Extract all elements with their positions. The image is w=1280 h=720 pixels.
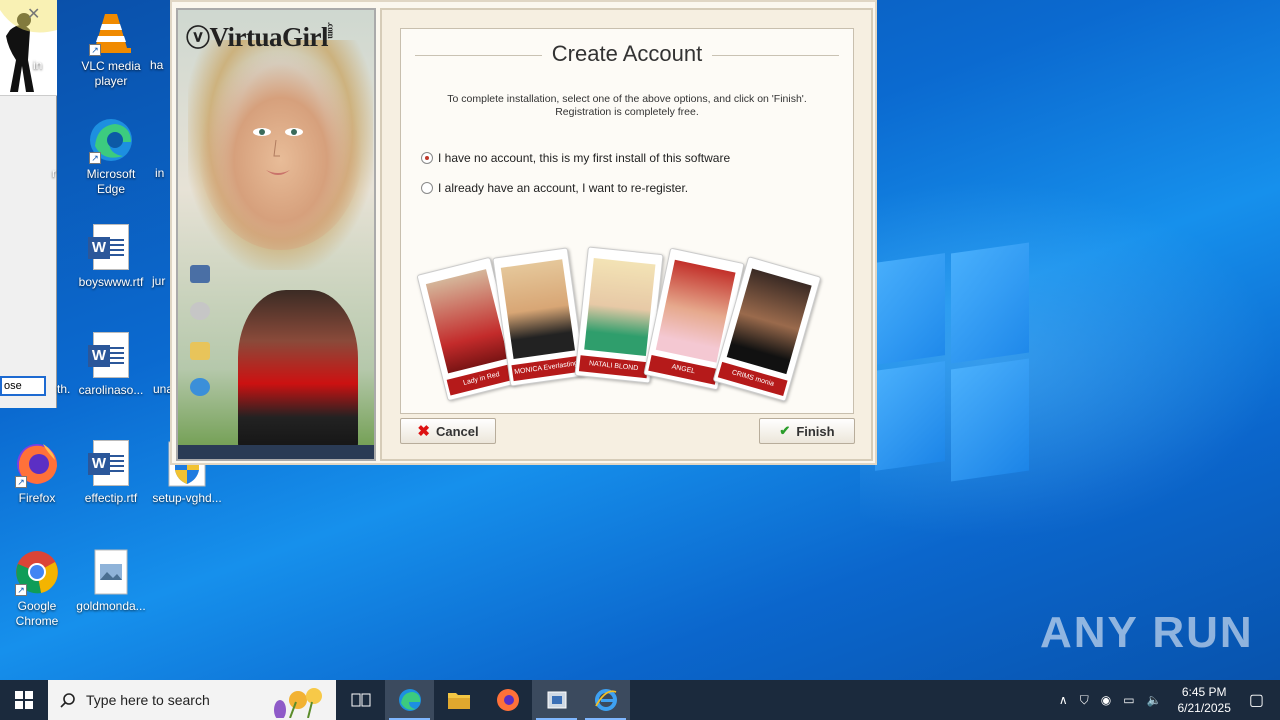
cancel-button[interactable]: ✖ Cancel — [400, 418, 496, 444]
close-icon: ✖ — [417, 423, 430, 440]
checkmark-icon: ✔ — [779, 423, 791, 438]
image-file-icon — [87, 548, 135, 596]
desktop-icon-carolinaso[interactable]: W carolinaso... — [74, 332, 148, 398]
desktop-icon-label: jur — [152, 274, 166, 288]
internet-explorer-icon — [594, 689, 617, 711]
taskbar-ie-button[interactable] — [581, 680, 630, 720]
desktop-icon-edge[interactable]: ↗ Microsoft Edge — [74, 116, 148, 197]
desktop-icon-label: Firefox — [18, 491, 56, 505]
brand-logo: ⓥVirtuaGirl .com — [186, 22, 336, 52]
desktop-icon-partial[interactable]: in — [33, 58, 73, 73]
desktop-icon-label: setup-vghd... — [152, 491, 222, 505]
firefox-icon — [496, 689, 519, 711]
windows-start-icon — [15, 691, 33, 709]
taskbar-firefox-button[interactable] — [483, 680, 532, 720]
close-icon[interactable]: ✕ — [27, 4, 40, 24]
desktop-icon-vlc[interactable]: ↗ VLC media player — [74, 8, 148, 89]
instructions-text: To complete installation, select one of … — [447, 93, 807, 118]
search-highlight-flowers-icon — [274, 688, 322, 718]
search-placeholder: Type here to search — [86, 692, 210, 708]
clock-date: 6/21/2025 — [1177, 701, 1231, 715]
installer-window: ⓥVirtuaGirl .com Create Account To comple… — [170, 0, 877, 465]
finish-label: Finish — [796, 423, 835, 439]
mini-taskbar — [178, 445, 374, 459]
network-icon[interactable]: ▭ — [1123, 693, 1134, 707]
chevron-up-icon[interactable]: ∧ — [1059, 693, 1068, 707]
desktop-icon-label: effectip.rtf — [84, 491, 138, 505]
desktop-icon-label: in — [33, 58, 43, 72]
option-existing-account[interactable]: I already have an account, I want to re-… — [421, 181, 688, 195]
taskbar: Type here to search ∧ ⛉ ◉ ▭ 🔈 6:45 PM 6/… — [0, 680, 1280, 720]
clock-time: 6:45 PM — [1181, 685, 1227, 699]
page-title: Create Account — [415, 41, 839, 67]
search-icon — [60, 693, 75, 708]
task-view-icon — [351, 693, 370, 707]
promo-model-image — [238, 290, 358, 459]
edge-icon — [398, 689, 421, 711]
chrome-icon: ↗ — [13, 548, 61, 596]
folder-icon — [447, 693, 470, 709]
finish-button[interactable]: ✔ Finish — [759, 418, 855, 444]
radio-button[interactable] — [421, 182, 433, 194]
promo-side-panel: ⓥVirtuaGirl .com — [176, 8, 376, 461]
computer-icon — [190, 265, 210, 283]
desktop-icon-label: carolinaso... — [78, 383, 144, 397]
desktop-icon-label: in — [155, 166, 165, 180]
media-player-icon — [190, 302, 210, 320]
close-button[interactable]: ose — [0, 376, 46, 396]
desktop-icon-label: VLC media player — [81, 59, 141, 88]
desktop-icon-label: ha — [150, 58, 164, 72]
promo-portrait-image — [253, 128, 303, 175]
cancel-label: Cancel — [435, 423, 479, 439]
option-label: I already have an account, I want to re-… — [438, 181, 689, 195]
word-document-icon: W — [87, 224, 135, 272]
desktop-icon-partial[interactable]: r — [52, 166, 72, 181]
folder-icon — [190, 342, 210, 360]
clock[interactable]: 6:45 PM 6/21/2025 — [1177, 684, 1230, 716]
desktop-icon-goldmonda[interactable]: goldmonda... — [74, 548, 148, 614]
camera-icon[interactable]: ◉ — [1101, 693, 1111, 707]
taskbar-search-box[interactable]: Type here to search — [48, 680, 336, 720]
option-new-account[interactable]: I have no account, this is my first inst… — [421, 151, 730, 165]
word-document-icon: W — [87, 440, 135, 488]
desktop-icon-label: goldmonda... — [76, 599, 146, 613]
account-content: Create Account To complete installation,… — [400, 28, 854, 414]
desktop-icon-boyswww[interactable]: W boyswww.rtf — [74, 224, 148, 290]
desktop-icon-firefox[interactable]: ↗ Firefox — [0, 440, 74, 506]
volume-icon[interactable]: 🔈 — [1147, 693, 1162, 707]
windows-logo-wallpaper — [875, 240, 1030, 482]
edge-icon: ↗ — [87, 116, 135, 164]
desktop-icon-label: Microsoft Edge — [86, 167, 136, 196]
desktop-icon-partial[interactable]: jur — [152, 274, 172, 289]
system-tray: ∧ ⛉ ◉ ▭ 🔈 6:45 PM 6/21/2025 ▢ — [1053, 680, 1280, 720]
taskbar-explorer-button[interactable] — [434, 680, 483, 720]
radio-button[interactable] — [421, 152, 433, 164]
model-cards-image: Lady in Red MONICA Everlasting L NATALI … — [416, 224, 822, 402]
vlc-icon: ↗ — [87, 8, 135, 56]
word-document-icon: W — [87, 332, 135, 380]
security-icon[interactable]: ⛉ — [1080, 693, 1089, 708]
ie-icon — [190, 378, 210, 396]
desktop-icon-chrome[interactable]: ↗ Google Chrome — [0, 548, 74, 629]
task-view-button[interactable] — [336, 680, 385, 720]
account-panel: Create Account To complete installation,… — [380, 8, 873, 461]
desktop-icon-label: r — [52, 166, 56, 180]
start-button[interactable] — [0, 680, 48, 720]
desktop-icon-label: th. — [57, 382, 71, 396]
taskbar-edge-button[interactable] — [385, 680, 434, 720]
installer-icon — [547, 691, 566, 709]
anyrun-watermark: ANY RUN — [1040, 608, 1254, 657]
desktop-icon-effectip[interactable]: W effectip.rtf — [74, 440, 148, 506]
desktop-icon-label: boyswww.rtf — [78, 275, 144, 289]
desktop-icon-label: Google Chrome — [15, 599, 59, 628]
notification-icon[interactable]: ▢ — [1249, 690, 1264, 710]
option-label: I have no account, this is my first inst… — [438, 151, 731, 165]
taskbar-installer-button[interactable] — [532, 680, 581, 720]
firefox-icon: ↗ — [13, 440, 61, 488]
